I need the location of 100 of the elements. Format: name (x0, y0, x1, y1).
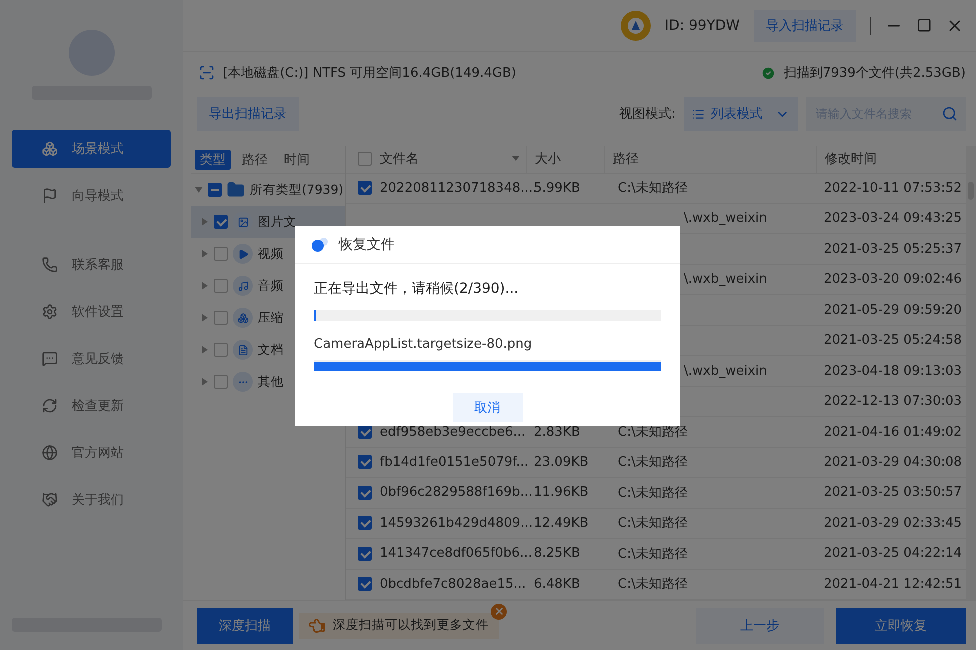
archive-icon (233, 308, 253, 328)
refresh-icon (42, 398, 58, 414)
file-size: 11.96KB (534, 485, 589, 500)
checkbox[interactable] (214, 279, 228, 293)
cancel-button[interactable]: 取消 (452, 393, 522, 422)
file-name: 14593261b429d4809... (380, 516, 533, 531)
checkbox[interactable] (358, 546, 372, 561)
recover-button[interactable]: 立即恢复 (836, 608, 966, 644)
modified-time: 2021-03-25 05:25:37 (824, 242, 962, 257)
tree-item[interactable]: 压缩 (191, 302, 345, 334)
file-path: \.wxb_weixin (684, 211, 768, 226)
checkbox[interactable] (214, 375, 228, 389)
file-size: 2.83KB (534, 424, 580, 440)
file-size: 8.25KB (534, 546, 580, 562)
search-icon[interactable] (942, 106, 958, 122)
scan-result: 扫描到7939个文件(共2.53GB) (784, 65, 966, 82)
checkbox[interactable] (214, 247, 228, 261)
file-name: 0bcdbfe7c8028ae15... (380, 576, 526, 592)
file-name: 141347ce8df065f0b6... (380, 546, 532, 562)
tree-label: 图片文 (258, 214, 297, 230)
import-button[interactable]: 导入扫描记录 (754, 10, 856, 42)
user-id: ID: 99YDW (664, 18, 740, 34)
deep-scan-button[interactable]: 深度扫描 (197, 608, 293, 644)
file-path: \.wxb_weixin (684, 272, 768, 288)
view-label: 视图模式: (620, 106, 676, 123)
tab[interactable]: 时间 (279, 150, 315, 170)
collapse-arrow-icon[interactable] (195, 186, 203, 194)
sidebar-item[interactable]: 检查更新 (12, 387, 171, 425)
expand-arrow-icon[interactable] (201, 346, 209, 354)
sidebar-item[interactable]: 联系客服 (12, 246, 171, 284)
modified-time: 2022-10-11 07:53:52 (824, 180, 962, 196)
tree-label: 视频 (258, 246, 284, 262)
sidebar-item[interactable]: 向导模式 (12, 177, 171, 215)
checkbox[interactable] (208, 183, 222, 197)
checkbox[interactable] (214, 343, 228, 357)
modified-time: 2021-03-25 05:24:58 (824, 333, 962, 348)
sidebar-item[interactable]: 意见反馈 (12, 340, 171, 378)
tree-label: 文档 (258, 342, 284, 358)
checkbox[interactable] (358, 181, 372, 196)
column-header: 文件名 (380, 151, 419, 168)
dialog-title: 恢复文件 (339, 236, 395, 254)
checkbox[interactable] (214, 311, 228, 325)
tree-item[interactable]: 所有类型(7939) (191, 174, 345, 206)
sidebar-item[interactable]: 关于我们 (12, 481, 171, 519)
tab[interactable]: 路径 (237, 150, 273, 170)
file-name: fb14d1fe0151e5079f... (380, 454, 529, 470)
checkbox[interactable] (358, 577, 372, 592)
dialog-icon (311, 236, 329, 252)
modified-time: 2021-04-21 12:42:51 (824, 576, 962, 592)
file-size: 6.48KB (534, 576, 580, 592)
maximize-icon[interactable] (917, 18, 932, 33)
tree-label: 其他 (258, 374, 284, 390)
pointing-hand-icon (309, 618, 325, 634)
file-path: C:\未知路径 (618, 515, 688, 532)
modified-time: 2023-04-18 09:13:03 (824, 364, 962, 379)
modified-time: 2023-03-20 09:02:46 (824, 272, 962, 288)
checkbox[interactable] (214, 215, 228, 229)
column-header: 修改时间 (825, 151, 877, 168)
sidebar-item[interactable]: 官方网站 (12, 434, 171, 472)
file-path: C:\未知路径 (618, 576, 688, 594)
handshake-icon (42, 492, 58, 508)
tree-item[interactable]: 其他 (191, 366, 345, 398)
settings-icon (42, 304, 58, 320)
tip-text: 深度扫描可以找到更多文件 (333, 617, 489, 634)
tab[interactable]: 类型 (195, 150, 231, 170)
modified-time: 2021-05-29 09:59:20 (824, 302, 962, 318)
checkbox[interactable] (358, 455, 372, 470)
sort-icon[interactable] (512, 156, 520, 162)
expand-arrow-icon[interactable] (201, 218, 209, 226)
view-mode-select[interactable]: 列表模式 (684, 97, 798, 131)
tree-label: 音频 (258, 278, 284, 294)
current-file: CameraAppList.targetsize-80.png (314, 337, 534, 352)
modified-time: 2021-03-25 03:50:57 (824, 485, 962, 500)
file-path: C:\未知路径 (618, 546, 688, 563)
sidebar-item[interactable]: 场景模式 (12, 130, 171, 168)
modified-time: 2021-03-29 04:30:08 (824, 454, 962, 470)
file-path: C:\未知路径 (618, 424, 688, 441)
file-path: C:\未知路径 (618, 180, 688, 198)
tree-label: 压缩 (258, 310, 284, 326)
back-button[interactable]: 上一步 (696, 608, 824, 644)
checkbox[interactable] (358, 152, 372, 166)
checkbox[interactable] (358, 516, 372, 530)
file-size: 12.49KB (534, 516, 589, 531)
checkbox[interactable] (358, 425, 372, 439)
expand-arrow-icon[interactable] (201, 314, 209, 322)
close-icon[interactable] (491, 604, 507, 620)
checkbox[interactable] (358, 486, 372, 500)
cluster-icon (42, 141, 58, 157)
flag-icon (42, 188, 58, 204)
expand-arrow-icon[interactable] (201, 378, 209, 386)
check-icon (760, 66, 776, 80)
chat-icon (42, 351, 58, 367)
expand-arrow-icon[interactable] (201, 282, 209, 290)
sidebar-item[interactable]: 软件设置 (12, 293, 171, 331)
tree-label: 所有类型(7939) (250, 182, 344, 198)
expand-arrow-icon[interactable] (201, 250, 209, 258)
disk-info: [本地磁盘(C:)] NTFS 可用空间16.4GB(149.4GB) (223, 65, 516, 82)
vip-badge-icon (620, 10, 651, 40)
export-button[interactable]: 导出扫描记录 (197, 97, 299, 131)
progress-message: 正在导出文件，请稍候(2/390)... (314, 280, 520, 298)
